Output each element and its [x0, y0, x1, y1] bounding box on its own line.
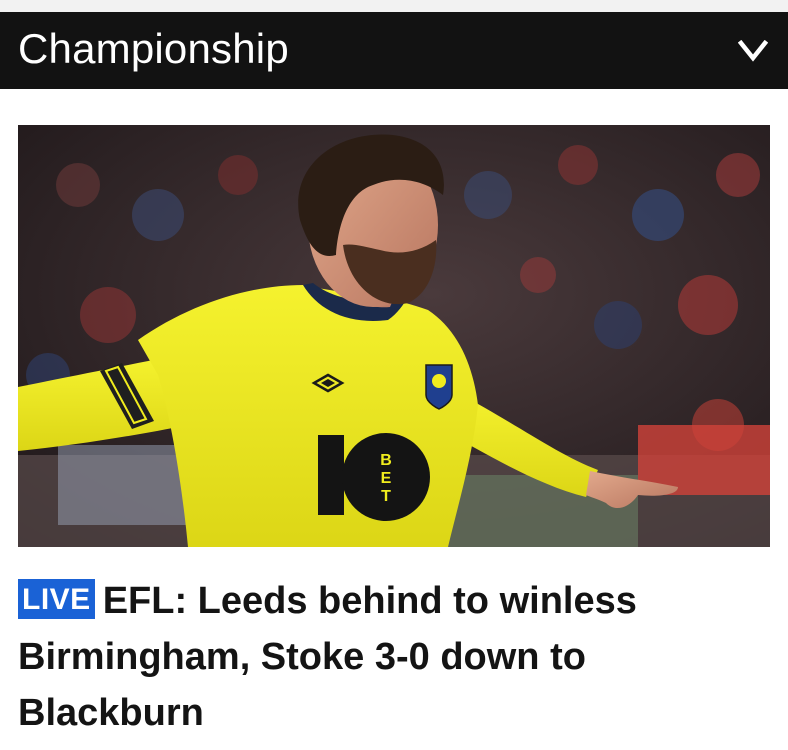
section-header[interactable]: Championship — [0, 12, 788, 89]
headline-text: EFL: Leeds behind to winless Birmingham,… — [18, 580, 637, 734]
svg-text:B: B — [380, 452, 392, 469]
section-title: Championship — [18, 24, 289, 72]
svg-text:T: T — [381, 488, 391, 505]
live-badge: LIVE — [18, 579, 95, 619]
svg-text:E: E — [381, 470, 392, 487]
story-headline[interactable]: LIVE EFL: Leeds behind to winless Birming… — [18, 573, 768, 741]
story-hero-image[interactable]: B E T — [18, 125, 770, 547]
chevron-down-icon[interactable] — [738, 36, 768, 66]
